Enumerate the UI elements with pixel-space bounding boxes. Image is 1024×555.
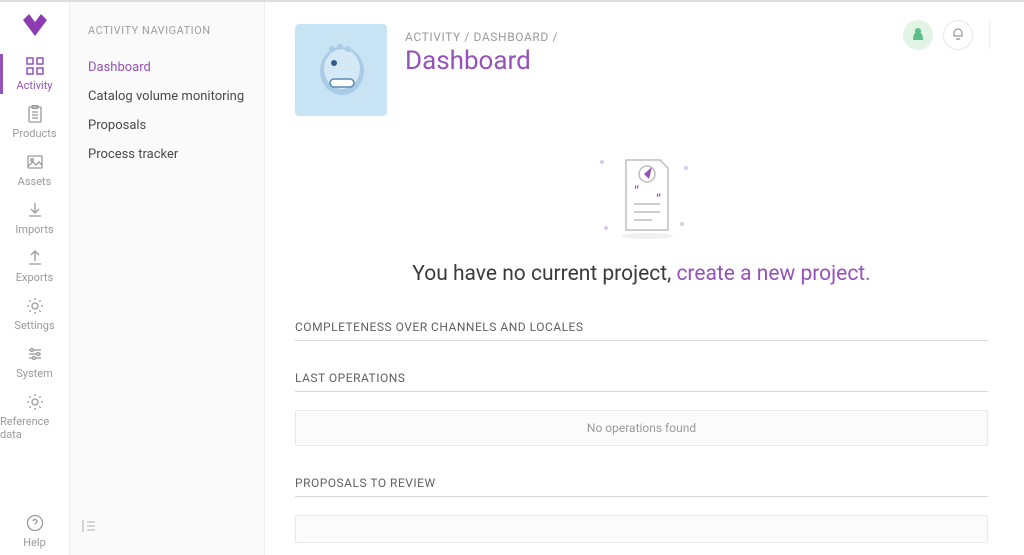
clipboard-icon [25, 104, 45, 124]
app-logo[interactable] [20, 12, 50, 38]
page-title: Dashboard [405, 46, 558, 76]
grid-icon [25, 56, 45, 76]
main-content: ACTIVITY / DASHBOARD / Dashboard “ ” [265, 2, 1024, 555]
section-proposals: PROPOSALS TO REVIEW [295, 476, 988, 543]
proposals-empty [295, 515, 988, 543]
svg-text:“: “ [634, 184, 639, 200]
create-project-link[interactable]: create a new project. [676, 262, 870, 286]
sidebar-item-catalog-volume[interactable]: Catalog volume monitoring [88, 82, 246, 111]
upload-icon [25, 248, 45, 268]
rail-label: Products [12, 127, 56, 140]
rail-item-assets[interactable]: Assets [0, 146, 69, 194]
notifications-button[interactable] [943, 20, 973, 50]
bell-icon [951, 26, 965, 44]
header-illustration [295, 24, 387, 116]
empty-project-block: “ ” You have no current project, create … [295, 144, 988, 286]
rail-label: Help [23, 536, 46, 549]
rail-item-activity[interactable]: Activity [0, 50, 69, 98]
gear-icon [25, 392, 45, 412]
document-illustration: “ ” [582, 144, 702, 248]
activity-sidebar: ACTIVITY NAVIGATION Dashboard Catalog vo… [70, 2, 265, 555]
sidebar-title: ACTIVITY NAVIGATION [88, 24, 246, 37]
rail-item-help[interactable]: Help [0, 507, 69, 555]
empty-project-text: You have no current project, create a ne… [295, 262, 988, 286]
rail-label: Activity [16, 79, 52, 92]
rail-item-system[interactable]: System [0, 338, 69, 386]
rail-label: System [16, 367, 53, 380]
rail-item-settings[interactable]: Settings [0, 290, 69, 338]
primary-nav: Activity Products Assets [0, 2, 70, 555]
avatar[interactable] [903, 20, 933, 50]
section-operations: LAST OPERATIONS No operations found [295, 371, 988, 446]
gear-icon [25, 296, 45, 316]
rail-item-imports[interactable]: Imports [0, 194, 69, 242]
sidebar-item-proposals[interactable]: Proposals [88, 111, 246, 140]
empty-prefix: You have no current project, [412, 262, 676, 286]
rail-item-products[interactable]: Products [0, 98, 69, 146]
download-icon [25, 200, 45, 220]
sidebar-item-process-tracker[interactable]: Process tracker [88, 140, 246, 169]
section-title-operations: LAST OPERATIONS [295, 371, 988, 392]
help-icon [25, 513, 45, 533]
breadcrumb: ACTIVITY / DASHBOARD / [405, 30, 558, 44]
image-icon [25, 152, 45, 172]
sidebar-item-dashboard[interactable]: Dashboard [88, 53, 246, 82]
separator [989, 21, 990, 49]
section-completeness: COMPLETENESS OVER CHANNELS AND LOCALES [295, 320, 988, 341]
section-title-completeness: COMPLETENESS OVER CHANNELS AND LOCALES [295, 320, 988, 341]
rail-label: Assets [18, 175, 52, 188]
rail-label: Imports [15, 223, 53, 236]
rail-label: Exports [16, 271, 53, 284]
collapse-sidebar-button[interactable] [82, 519, 98, 537]
section-title-proposals: PROPOSALS TO REVIEW [295, 476, 988, 497]
svg-text:”: ” [656, 192, 661, 208]
rail-item-reference-data[interactable]: Reference data [0, 386, 69, 447]
rail-item-exports[interactable]: Exports [0, 242, 69, 290]
sliders-icon [25, 344, 45, 364]
operations-empty: No operations found [295, 410, 988, 446]
rail-label: Settings [14, 319, 54, 332]
rail-label: Reference data [0, 415, 69, 441]
top-bar [903, 20, 990, 50]
